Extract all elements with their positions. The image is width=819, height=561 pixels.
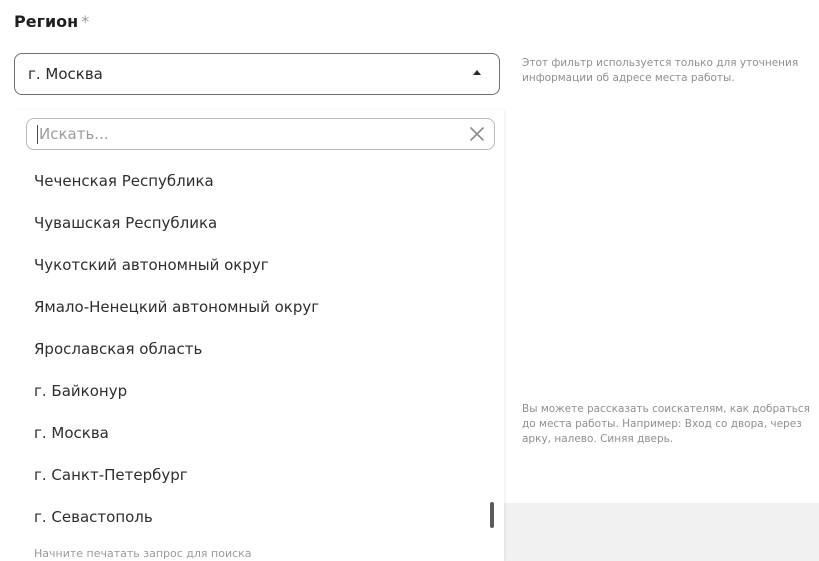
- directions-help-text: Вы можете рассказать соискателям, как до…: [522, 402, 819, 447]
- option-yamal[interactable]: Ямало-Ненецкий автономный округ: [14, 286, 490, 328]
- dropdown-search-input[interactable]: [39, 123, 459, 145]
- dropdown-search: [26, 118, 495, 150]
- region-label-text: Регион: [14, 12, 79, 31]
- region-label: Регион *: [14, 12, 89, 31]
- search-hint: Начните печатать запрос для поиска: [34, 547, 252, 560]
- directions-help-paragraph: Вы можете рассказать соискателям, как до…: [522, 403, 810, 445]
- option-chuvashia[interactable]: Чувашская Республика: [14, 202, 490, 244]
- caret-up-icon[interactable]: [473, 70, 481, 75]
- region-selected-value: г. Москва: [28, 65, 103, 83]
- option-moscow[interactable]: г. Москва: [14, 412, 490, 454]
- option-chechnya[interactable]: Чеченская Республика: [14, 160, 490, 202]
- region-select[interactable]: г. Москва: [14, 53, 500, 95]
- close-icon[interactable]: [466, 123, 488, 145]
- dropdown-scrollbar[interactable]: [490, 502, 494, 528]
- option-chukotka[interactable]: Чукотский автономный округ: [14, 244, 490, 286]
- directions-field[interactable]: [500, 503, 819, 561]
- text-cursor: [37, 125, 38, 144]
- filter-help-paragraph: Этот фильтр используется только для уточ…: [522, 57, 799, 84]
- option-st-petersburg[interactable]: г. Санкт-Петербург: [14, 454, 490, 496]
- required-mark: *: [81, 12, 90, 31]
- filter-help-text: Этот фильтр используется только для уточ…: [522, 56, 819, 86]
- option-sevastopol[interactable]: г. Севастополь: [14, 496, 490, 538]
- option-baikonur[interactable]: г. Байконур: [14, 370, 490, 412]
- option-yaroslavl[interactable]: Ярославская область: [14, 328, 490, 370]
- region-dropdown: Чеченская Республика Чувашская Республик…: [14, 110, 504, 561]
